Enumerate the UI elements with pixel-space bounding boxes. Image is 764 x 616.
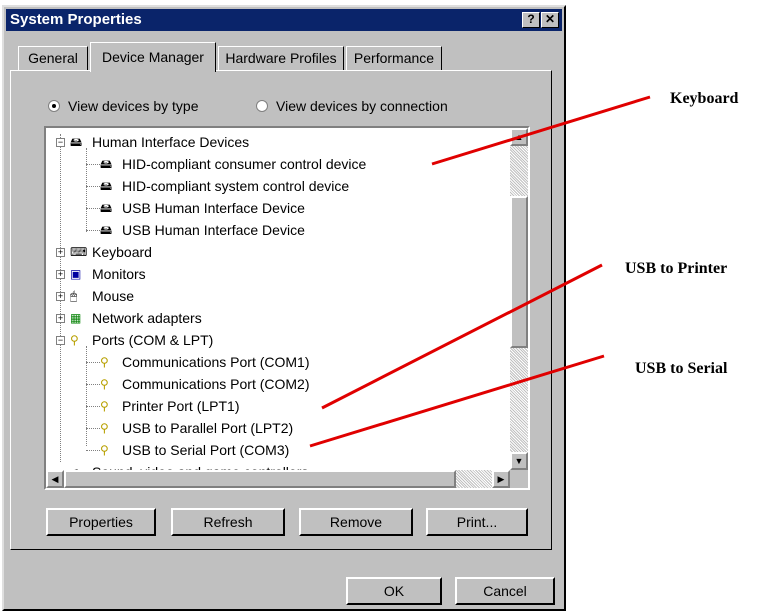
callout-line-usb-serial (309, 354, 605, 448)
callout-keyboard: Keyboard (670, 90, 739, 107)
callout-usb-printer: USB to Printer (625, 260, 728, 277)
callout-line-usb-printer (321, 263, 603, 410)
callout-usb-serial: USB to Serial (635, 360, 728, 377)
callout-lines (309, 95, 651, 448)
tab-device-manager[interactable]: Device Manager (90, 42, 216, 72)
callout-line-keyboard (431, 95, 651, 166)
